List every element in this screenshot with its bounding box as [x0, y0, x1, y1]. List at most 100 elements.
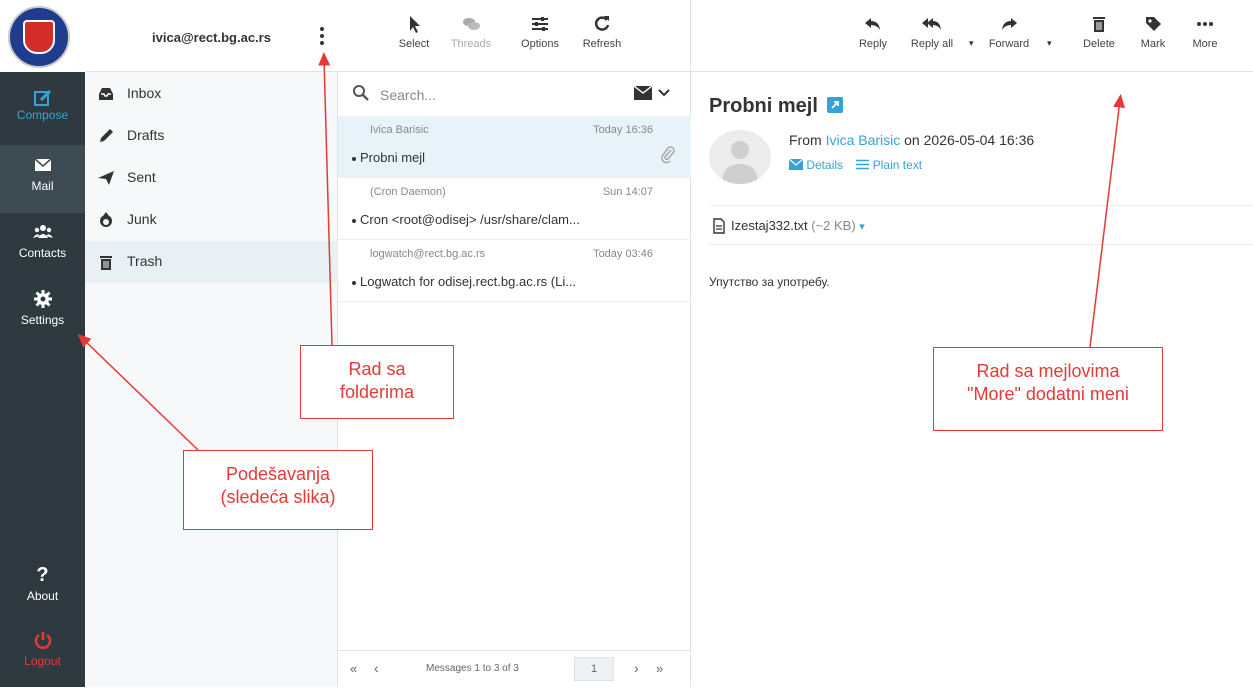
message-date: Today 16:36 [593, 124, 653, 136]
attachment-name: Izestaj332.txt (~2 KB) ▾ [731, 218, 865, 233]
refresh-button[interactable]: Refresh [578, 14, 626, 50]
message-row[interactable]: logwatch@rect.bg.ac.rs Today 03:46 Logwa… [338, 240, 691, 302]
envelope-icon [788, 158, 804, 170]
select-button[interactable]: Select [394, 14, 434, 50]
more-label: More [1192, 38, 1218, 50]
nav-contacts-label: Contacts [18, 246, 67, 260]
compose-icon [33, 89, 51, 106]
message-row[interactable]: (Cron Daemon) Sun 14:07 Cron <root@odise… [338, 178, 691, 240]
folder-trash[interactable]: Trash [85, 241, 338, 283]
inbox-icon [99, 88, 113, 100]
attachment-dropdown-icon[interactable]: ▾ [859, 221, 865, 233]
nav-compose[interactable]: Compose [0, 78, 85, 146]
sliders-icon [532, 17, 548, 31]
options-button[interactable]: Options [514, 14, 566, 50]
mark-button[interactable]: Mark [1137, 14, 1169, 50]
people-icon [32, 225, 53, 238]
chevron-down-icon[interactable] [658, 88, 670, 98]
delete-button[interactable]: Delete [1081, 14, 1117, 50]
tag-icon [1146, 17, 1161, 31]
reply-all-dropdown-icon[interactable]: ▾ [969, 38, 974, 49]
from-line: From Ivica Barisic on 2026-05-04 16:36 [789, 132, 1034, 148]
nav-contacts[interactable]: Contacts [0, 212, 85, 280]
plain-text-link[interactable]: Plain text [873, 158, 922, 172]
fire-icon [100, 212, 112, 227]
next-page-button[interactable]: › [634, 660, 639, 676]
last-page-button[interactable]: » [656, 661, 663, 676]
message-row[interactable]: Ivica Barisic Today 16:36 Probni mejl [338, 116, 691, 178]
select-label: Select [398, 38, 430, 50]
folder-menu-button[interactable] [317, 24, 327, 48]
page-number-input[interactable]: 1 [574, 657, 614, 681]
gear-icon [33, 290, 52, 308]
folder-label: Sent [127, 169, 156, 185]
folder-sent[interactable]: Sent [85, 157, 338, 199]
list-toolbar: Select Threads Options Refresh [338, 0, 691, 72]
lines-icon [856, 159, 870, 170]
forward-icon [1002, 18, 1017, 30]
folder-junk[interactable]: Junk [85, 199, 338, 241]
folder-label: Inbox [127, 85, 162, 101]
folder-inbox[interactable]: Inbox [85, 73, 338, 115]
nav-logout[interactable]: Logout [0, 620, 85, 688]
folder-label: Trash [127, 253, 163, 269]
first-page-button[interactable]: « [350, 661, 357, 676]
university-logo [8, 6, 70, 68]
person-silhouette-icon [722, 141, 758, 184]
message-from: Ivica Barisic [370, 124, 429, 136]
details-link[interactable]: Details [806, 158, 843, 172]
mark-label: Mark [1140, 38, 1166, 50]
mail-toolbar: Reply Reply all ▾ Forward ▾ Delete Mark … [691, 0, 1253, 72]
open-external-icon[interactable] [827, 97, 844, 113]
unread-dot [352, 281, 356, 285]
mail-body: Упутство за употребу. [709, 275, 830, 289]
search-bar [350, 82, 680, 106]
more-dots-icon [1197, 22, 1213, 26]
threads-button[interactable]: Threads [448, 14, 494, 50]
reply-button[interactable]: Reply [853, 14, 893, 50]
search-input[interactable] [378, 84, 622, 106]
trash-icon [100, 256, 112, 270]
forward-dropdown-icon[interactable]: ▾ [1047, 38, 1052, 49]
search-icon [353, 85, 369, 101]
folder-header: ivica@rect.bg.ac.rs [85, 0, 338, 72]
folder-pane: ivica@rect.bg.ac.rs Inbox Drafts Sent Ju… [85, 0, 338, 687]
nav-settings[interactable]: Settings [0, 279, 85, 347]
mail-subject: Probni mejl [709, 95, 844, 118]
threads-label: Threads [450, 38, 492, 50]
message-subject: Logwatch for odisej.rect.bg.ac.rs (Li... [360, 274, 577, 289]
envelope-filter-icon[interactable] [634, 86, 652, 100]
reply-all-button[interactable]: Reply all [905, 14, 959, 50]
sender-link[interactable]: Ivica Barisic [826, 132, 901, 148]
kebab-icon [320, 27, 324, 31]
message-date: Today 03:46 [593, 248, 653, 260]
paperclip-icon [661, 146, 675, 164]
sender-avatar [709, 130, 771, 184]
from-prefix: From [789, 132, 822, 148]
delete-label: Delete [1083, 38, 1115, 50]
folder-drafts[interactable]: Drafts [85, 115, 338, 157]
more-button[interactable]: More [1187, 14, 1223, 50]
nav-mail[interactable]: Mail [0, 145, 85, 213]
mail-subject-text: Probni mejl [709, 95, 818, 117]
attachment-row[interactable]: Izestaj332.txt (~2 KB) ▾ [709, 205, 1253, 245]
forward-label: Forward [988, 38, 1030, 50]
nav-settings-label: Settings [20, 313, 65, 327]
reply-label: Reply [858, 38, 888, 50]
message-subject: Probni mejl [360, 150, 426, 165]
question-icon: ? [36, 564, 49, 586]
paper-plane-icon [98, 171, 114, 185]
message-date: Sun 14:07 [602, 186, 653, 198]
reply-all-label: Reply all [910, 38, 954, 50]
message-list-pane: Select Threads Options Refresh Ivica Bar… [338, 0, 691, 687]
pagination-bar: « ‹ Messages 1 to 3 of 3 1 › » [338, 650, 691, 687]
prev-page-button[interactable]: ‹ [374, 660, 379, 676]
forward-button[interactable]: Forward [983, 14, 1035, 50]
envelope-icon [34, 158, 51, 171]
chat-bubbles-icon [463, 18, 480, 30]
nav-about[interactable]: ? About [0, 555, 85, 623]
refresh-label: Refresh [582, 38, 622, 50]
message-from: (Cron Daemon) [370, 186, 446, 198]
nav-about-label: About [26, 589, 59, 603]
mail-date: on 2026-05-04 16:36 [904, 132, 1035, 148]
